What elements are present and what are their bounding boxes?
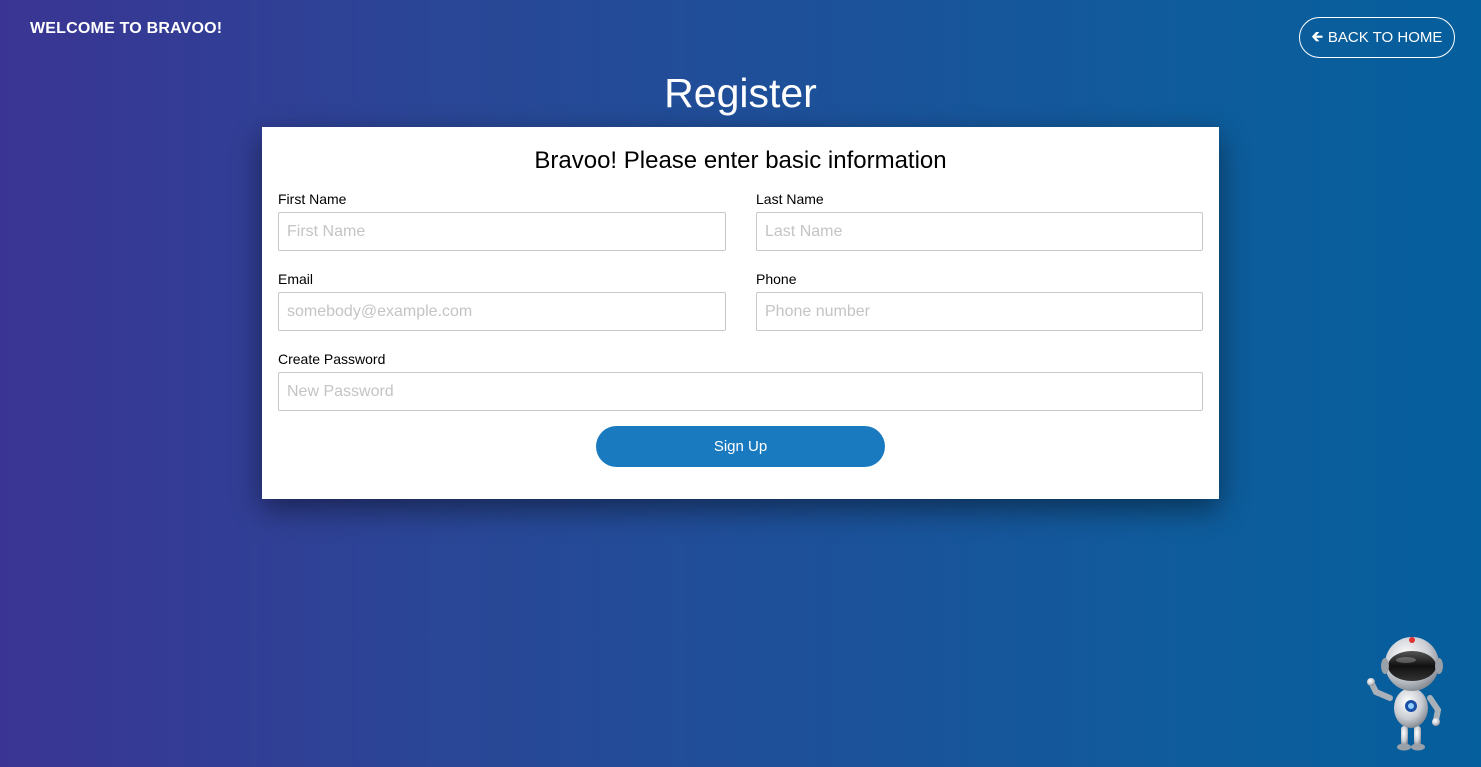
password-group: Create Password: [278, 351, 1203, 411]
last-name-group: Last Name: [756, 191, 1203, 251]
form-heading: Bravoo! Please enter basic information: [534, 147, 947, 174]
last-name-label: Last Name: [756, 191, 824, 207]
sign-up-button[interactable]: Sign Up: [596, 426, 885, 467]
first-name-input[interactable]: [278, 212, 726, 251]
first-name-group: First Name: [278, 191, 726, 251]
last-name-input[interactable]: [756, 212, 1203, 251]
register-card: Bravoo! Please enter basic information F…: [262, 127, 1219, 499]
robot-mascot-icon: [1367, 637, 1443, 751]
back-to-home-label: BACK TO HOME: [1327, 29, 1443, 46]
email-label: Email: [278, 271, 314, 287]
phone-group: Phone: [756, 271, 1203, 331]
phone-input[interactable]: [756, 292, 1203, 331]
back-to-home-button[interactable]: 🡰 BACK TO HOME: [1299, 17, 1455, 58]
brand-title: WELCOME TO BRAVOO!: [30, 20, 223, 37]
first-name-label: First Name: [278, 191, 347, 207]
password-input[interactable]: [278, 372, 1203, 411]
arrow-left-icon: 🡰: [1311, 27, 1323, 44]
email-input[interactable]: [278, 292, 726, 331]
page-title: Register: [664, 70, 817, 116]
phone-label: Phone: [756, 271, 797, 287]
email-group: Email: [278, 271, 726, 331]
password-label: Create Password: [278, 351, 386, 367]
